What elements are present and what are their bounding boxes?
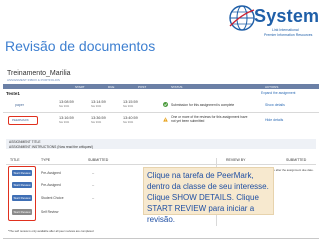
assignment-title-label: ASSIGNMENT TITLE [9, 140, 41, 144]
slide-title: Revisão de documentos [5, 38, 156, 54]
post-date: Nov 2021 [123, 105, 134, 108]
systems-logo: Systems Link International Premier Infor… [228, 4, 320, 56]
review-type: Pre-Assigned [41, 171, 61, 175]
check-icon [163, 102, 168, 107]
header-status: STATUS [171, 84, 183, 89]
header-actions: ACTIONS [265, 84, 279, 89]
show-details-link[interactable]: Show details [265, 103, 285, 107]
table-row: PEERMARK 13:16:59 Nov 2021 13:36:59 Nov … [3, 115, 319, 126]
row-divider [3, 112, 319, 113]
review-type: Pre-Assigned [41, 183, 61, 187]
logo-tagline-1: Link International [272, 28, 299, 32]
start-review-button[interactable]: Start Review [12, 170, 32, 176]
due-time: 13:36:59 [91, 116, 106, 120]
instruction-callout: Clique na tarefa de PeerMark, dentro da … [143, 167, 274, 224]
assignment-info-strip: ASSIGNMENT TITLE ASSIGNMENT INSTRUCTIONS… [6, 139, 316, 149]
course-title: Treinamento_Marilia [7, 70, 71, 77]
start-review-button-disabled: Start Review [12, 209, 32, 215]
status-message: Submission for this assignment is comple… [171, 103, 235, 107]
assignment-instructions-label: ASSIGNMENT INSTRUCTIONS (Now read the cr… [9, 144, 94, 149]
col-type: TYPE [41, 158, 51, 162]
post-date: Nov 2021 [123, 121, 134, 124]
hide-details-link[interactable]: Hide details [265, 118, 283, 122]
start-time: 13:16:59 [59, 116, 74, 120]
review-type: Student Choice [41, 196, 64, 200]
review-submitted: -- [92, 171, 95, 175]
review-type: Self Review [41, 210, 59, 214]
start-date: Nov 2021 [59, 105, 70, 108]
header-divider [6, 164, 316, 165]
table-header: START DUE POST STATUS ACTIONS [3, 84, 319, 89]
header-due: DUE [108, 84, 115, 89]
row-label-peermark[interactable]: PEERMARK [12, 118, 29, 122]
warning-icon [163, 117, 168, 122]
table-row: paper 13:08:59 Nov 2021 13:14:59 Nov 202… [3, 100, 319, 110]
col-submitted-2: SUBMITTED [286, 158, 307, 162]
review-submitted: -- [92, 183, 95, 187]
col-review-by: REVIEW BY [226, 158, 246, 162]
post-time: 13:15:59 [123, 100, 138, 104]
due-date: Nov 2021 [91, 105, 102, 108]
start-review-button[interactable]: Start Review [12, 182, 32, 188]
due-date: Nov 2021 [91, 121, 102, 124]
row-label-paper[interactable]: paper [15, 103, 24, 107]
logo-tagline-2: Premier Information Resources [264, 33, 313, 37]
post-time: 13:40:59 [123, 116, 138, 120]
start-date: Nov 2021 [59, 121, 70, 124]
logo-wordmark: Systems [254, 6, 320, 26]
self-review-footnote: *The self review is only available after… [8, 229, 94, 233]
status-message: One or more of the reviews for this assi… [171, 115, 248, 123]
due-time: 13:14:59 [91, 100, 106, 104]
header-post: POST [138, 84, 147, 89]
start-time: 13:08:59 [59, 100, 74, 104]
assignment-section-title: Teste1 [6, 91, 20, 96]
expand-assignment-link[interactable]: Expand the assignment [261, 91, 295, 95]
col-title: TITLE [10, 158, 20, 162]
breadcrumb[interactable]: ASSIGNMENT INBOX & PORTFOLIOS [7, 78, 60, 82]
start-review-button[interactable]: Start Review [12, 195, 32, 201]
review-submitted: -- [92, 196, 95, 200]
header-start: START [75, 84, 85, 89]
globe-icon [229, 5, 255, 31]
col-submitted: SUBMITTED [88, 158, 109, 162]
